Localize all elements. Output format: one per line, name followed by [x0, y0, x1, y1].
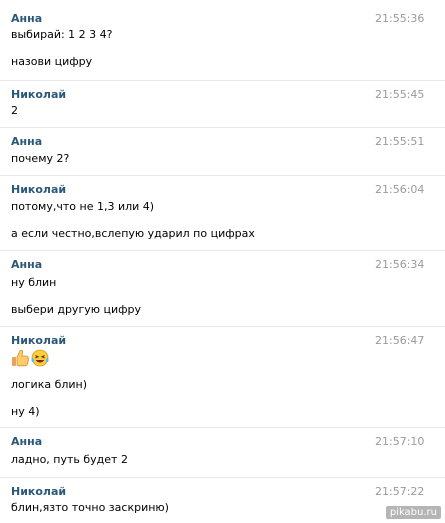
message-divider	[0, 175, 445, 176]
message-text: блин,язто точно заскриню)	[11, 501, 169, 514]
message-divider	[0, 477, 445, 478]
message-time[interactable]: 21:55:36	[375, 12, 424, 25]
message-author[interactable]: Анна	[11, 12, 42, 25]
message-text: потому,что не 1,3 или 4)	[11, 200, 155, 213]
laughing-tears-icon	[31, 349, 49, 367]
message-header: Анна 21:55:36	[0, 8, 445, 28]
watermark: pikabu.ru	[385, 506, 441, 519]
message-divider	[0, 250, 445, 251]
message-time[interactable]: 21:56:04	[375, 183, 424, 196]
message-header: Николай 21:55:45	[0, 84, 445, 104]
message-divider	[0, 80, 445, 81]
message-text: логика блин)	[11, 378, 88, 391]
message-text: почему 2?	[11, 152, 70, 165]
message-text: ладно, путь будет 2	[11, 453, 128, 466]
message-author[interactable]: Николай	[11, 334, 66, 347]
message-author[interactable]: Анна	[11, 435, 42, 448]
message-text: ну блин	[11, 276, 57, 289]
message-time[interactable]: 21:55:45	[375, 88, 424, 101]
message-time[interactable]: 21:55:51	[375, 135, 424, 148]
message-text: ну 4)	[11, 405, 40, 418]
message-author[interactable]: Николай	[11, 88, 66, 101]
message-header: Анна 21:56:34	[0, 254, 445, 274]
emoji-row	[12, 349, 49, 367]
message-author[interactable]: Анна	[11, 258, 42, 271]
message-time[interactable]: 21:57:10	[375, 435, 424, 448]
message-time[interactable]: 21:56:34	[375, 258, 424, 271]
message-text: выбирай: 1 2 3 4?	[11, 28, 113, 41]
message-text: 2	[11, 104, 18, 117]
message-text: выбери другую цифру	[11, 303, 142, 316]
message-header: Анна 21:57:10	[0, 431, 445, 451]
chat-history: Анна 21:55:36 выбирай: 1 2 3 4? назови ц…	[0, 0, 445, 523]
message-time[interactable]: 21:57:22	[375, 485, 424, 498]
message-header: Николай 21:56:47	[0, 330, 445, 350]
message-author[interactable]: Николай	[11, 485, 66, 498]
message-header: Анна 21:55:51	[0, 131, 445, 151]
message-divider	[0, 127, 445, 128]
message-text: а если честно,вслепую ударил по цифрах	[11, 227, 255, 240]
message-header: Николай 21:57:22	[0, 481, 445, 501]
message-text: назови цифру	[11, 55, 93, 68]
message-author[interactable]: Анна	[11, 135, 42, 148]
message-divider	[0, 326, 445, 327]
message-author[interactable]: Николай	[11, 183, 66, 196]
message-divider	[0, 427, 445, 428]
message-time[interactable]: 21:56:47	[375, 334, 424, 347]
thumbs-up-icon	[12, 349, 29, 367]
message-header: Николай 21:56:04	[0, 179, 445, 199]
